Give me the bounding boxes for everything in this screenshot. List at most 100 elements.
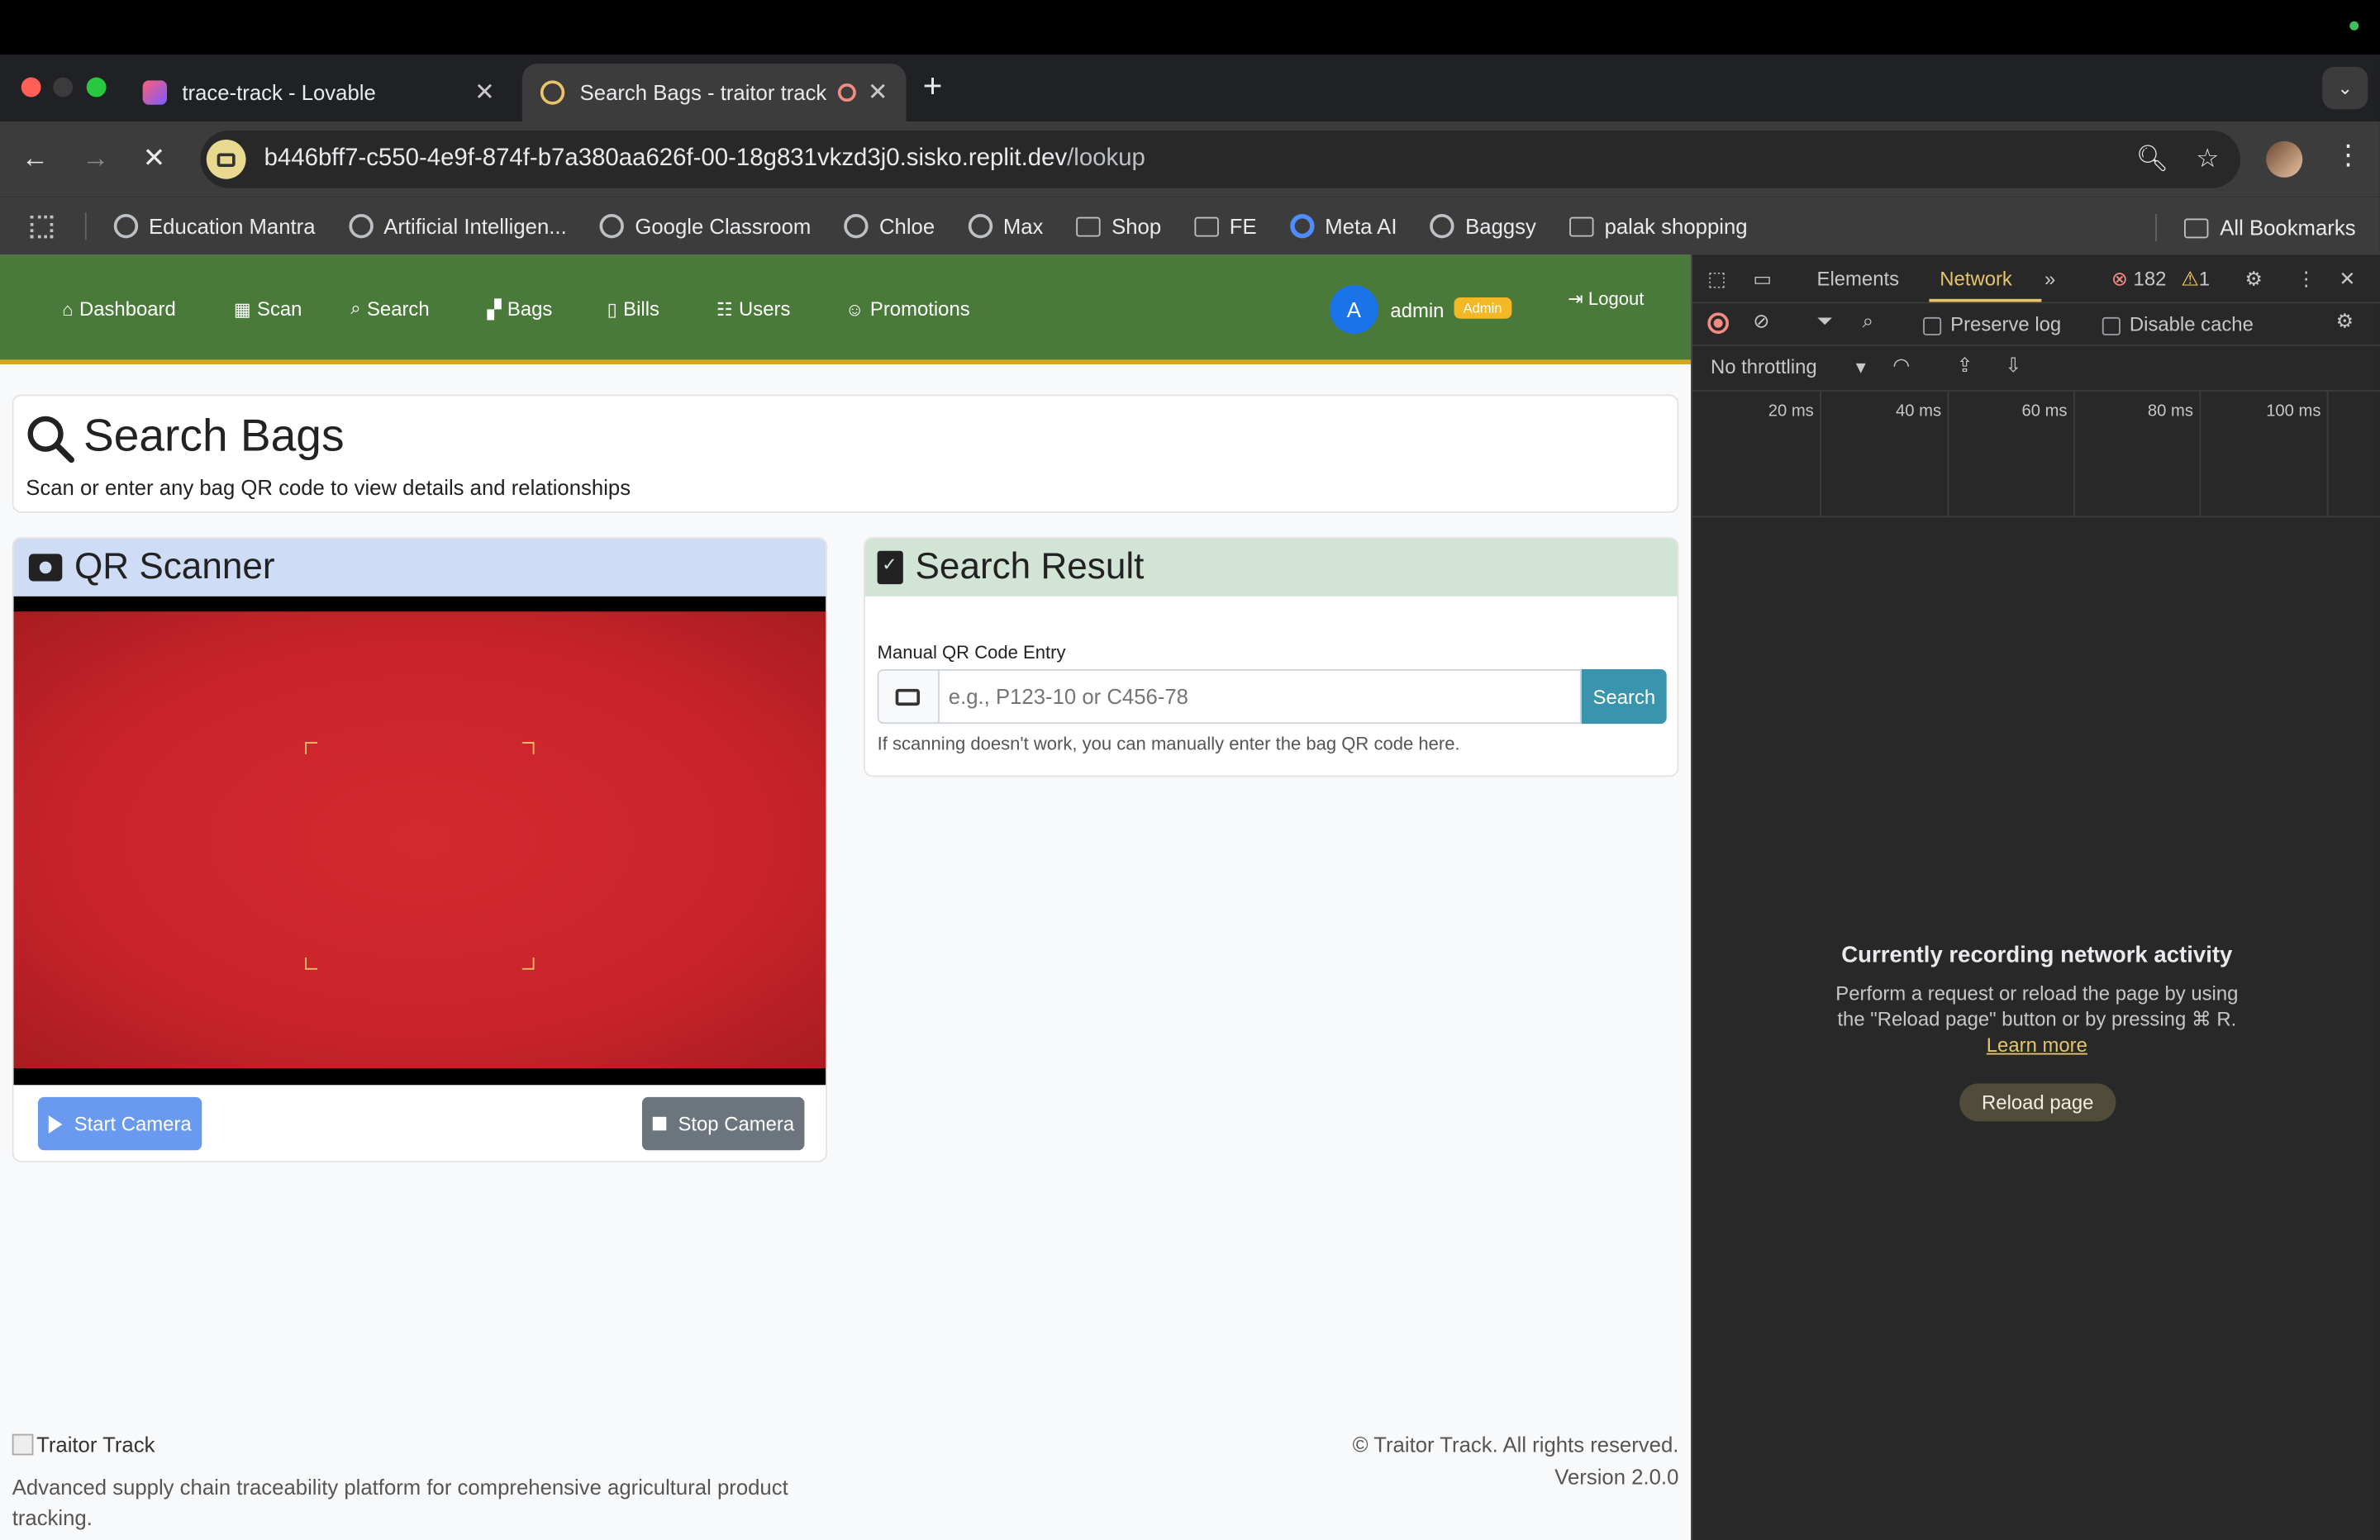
bookmark-folder[interactable]: FE [1194, 214, 1257, 238]
learn-more-link[interactable]: Learn more [1987, 1034, 2087, 1057]
users-icon: ☷ [716, 297, 733, 320]
bags-icon: ▞ [487, 297, 502, 320]
new-tab-button[interactable]: + [923, 67, 943, 107]
tab-network[interactable]: Network [1940, 267, 2012, 290]
clear-icon[interactable]: ⊘ [1753, 310, 1769, 334]
bill-icon: ▯ [607, 297, 617, 320]
timeline-tick: 80 ms [2147, 402, 2193, 421]
bookmark-folder[interactable]: palak shopping [1569, 214, 1748, 238]
bookmark-star-icon[interactable]: ☆ [2196, 144, 2219, 174]
device-toolbar-icon[interactable]: ▭ [1753, 267, 1772, 291]
nav-users[interactable]: ☷ Users [716, 297, 790, 321]
timeline-tick: 20 ms [1768, 402, 1814, 421]
close-tab-icon[interactable]: ✕ [868, 78, 888, 108]
back-icon[interactable]: ← [21, 143, 49, 175]
scanner-header: QR Scanner [13, 539, 826, 597]
nav-dashboard[interactable]: ⌂ Dashboard [62, 297, 175, 321]
reload-page-button[interactable]: Reload page [1959, 1083, 2116, 1122]
minimize-window-button[interactable] [53, 77, 74, 97]
stop-loading-icon[interactable]: ✕ [143, 143, 166, 175]
preserve-log-checkbox[interactable]: Preserve log [1923, 312, 2061, 335]
close-devtools-icon[interactable]: ✕ [2339, 267, 2355, 291]
close-tab-icon[interactable]: ✕ [474, 78, 495, 108]
globe-icon [968, 213, 992, 239]
globe-icon [600, 213, 625, 239]
status-dot [2349, 21, 2359, 31]
disable-cache-checkbox[interactable]: Disable cache [2102, 312, 2254, 335]
search-button[interactable]: Search [1582, 668, 1667, 725]
bookmark-item[interactable]: Artificial Intelligen... [348, 213, 567, 239]
warning-count[interactable]: ⚠1 [2181, 267, 2210, 291]
search-result-card: Search Result Manual QR Code Entry Searc… [864, 537, 1679, 777]
zoom-icon[interactable]: 🔍︎ [2136, 144, 2169, 174]
recording-description: Perform a request or reload the page by … [1835, 982, 2239, 1057]
record-icon[interactable] [1707, 312, 1730, 335]
settings-icon[interactable]: ⚙ [2244, 267, 2262, 291]
bookmark-item[interactable]: Meta AI [1290, 213, 1397, 239]
all-bookmarks[interactable]: All Bookmarks [2154, 213, 2356, 242]
folder-icon [1076, 216, 1102, 236]
toolbar: ← → ✕ b446bff7-c550-4e9f-874f-b7a380aa62… [0, 121, 2380, 197]
tab-search-bags[interactable]: Search Bags - traitor track ✕ [521, 64, 907, 121]
bookmark-folder[interactable]: Shop [1076, 214, 1161, 238]
app-navbar: ⌂ Dashboard ▦ Scan ⌕ Search ▞ Bags ▯ Bills ☷ U… [0, 254, 1692, 364]
tab-search-icon[interactable]: ⌄ [2322, 66, 2368, 110]
import-har-icon[interactable]: ⇪ [1957, 354, 1973, 378]
forward-icon[interactable]: → [82, 143, 109, 175]
result-header: Search Result [864, 539, 1678, 597]
start-camera-button[interactable]: Start Camera [37, 1096, 202, 1151]
user-avatar[interactable]: A [1329, 285, 1378, 335]
tab-lovable[interactable]: trace-track - Lovable ✕ [125, 64, 513, 121]
web-page: ⌂ Dashboard ▦ Scan ⌕ Search ▞ Bags ▯ Bills ☷ U… [0, 254, 1692, 1540]
scan-frame-corner [521, 742, 535, 754]
folder-icon [1194, 216, 1219, 236]
logout-icon: ⇥ [1568, 288, 1583, 310]
bookmark-item[interactable]: Baggsy [1430, 213, 1536, 239]
nav-scan[interactable]: ▦ Scan [234, 297, 302, 321]
bookmark-item[interactable]: Education Mantra [113, 213, 316, 239]
page-title: Search Bags [83, 411, 345, 462]
zoom-window-button[interactable] [86, 77, 107, 97]
export-har-icon[interactable]: ⇩ [2005, 354, 2021, 378]
devtools-tabs: ⬚ ▭ Elements Network » ⊗ 182 ⚠1 ⚙ ⋮ ✕ [1692, 254, 2380, 304]
error-count[interactable]: ⊗ 182 [2111, 267, 2167, 291]
address-bar[interactable]: b446bff7-c550-4e9f-874f-b7a380aa626f-00-… [200, 130, 2240, 188]
search-icon [27, 416, 74, 463]
profile-avatar[interactable] [2266, 140, 2303, 178]
devtools-menu-icon[interactable]: ⋮ [2297, 267, 2316, 291]
bookmark-item[interactable]: Max [968, 213, 1043, 239]
tab-elements[interactable]: Elements [1817, 267, 1900, 290]
site-info-icon[interactable] [206, 139, 246, 179]
globe-icon [844, 213, 869, 239]
camera-icon [28, 554, 63, 582]
network-toolbar: ⊘ ⏷ ⌕ Preserve log Disable cache ⚙ [1692, 303, 2380, 346]
filter-icon[interactable]: ⏷ [1817, 310, 1833, 334]
nav-search[interactable]: ⌕ Search [350, 297, 429, 321]
search-icon[interactable]: ⌕ [1863, 310, 1873, 334]
throttling-select[interactable]: No throttling ▾ [1711, 355, 1866, 379]
broken-image-icon [12, 1433, 34, 1456]
logout-link[interactable]: ⇥ Logout [1568, 288, 1644, 310]
stop-camera-button[interactable]: Stop Camera [641, 1096, 805, 1151]
close-window-button[interactable] [21, 77, 41, 97]
inspect-icon[interactable]: ⬚ [1707, 267, 1726, 291]
bookmark-item[interactable]: Chloe [844, 213, 935, 239]
browser-menu-icon[interactable]: ⋮ [2335, 140, 2362, 172]
nav-bags[interactable]: ▞ Bags [488, 297, 553, 321]
home-icon: ⌂ [62, 297, 74, 320]
more-tabs-icon[interactable]: » [2044, 267, 2055, 290]
qr-code-input[interactable] [939, 668, 1583, 725]
lovable-icon [142, 80, 168, 105]
network-conditions-icon[interactable]: ◠ [1892, 354, 1910, 378]
bookmark-item[interactable]: Google Classroom [600, 213, 811, 239]
scan-frame-corner [305, 742, 317, 754]
copyright: © Traitor Track. All rights reserved. [1352, 1432, 1679, 1457]
scan-frame-corner [521, 957, 535, 970]
apps-icon[interactable] [30, 214, 64, 238]
network-settings-icon[interactable]: ⚙ [2336, 310, 2354, 334]
nav-bills[interactable]: ▯ Bills [607, 297, 659, 321]
username: admin [1390, 298, 1445, 322]
page-header-card: Search Bags Scan or enter any bag QR cod… [12, 394, 1679, 513]
timeline-tick: 100 ms [2266, 402, 2321, 421]
nav-promotions[interactable]: ☺ Promotions [845, 297, 970, 321]
